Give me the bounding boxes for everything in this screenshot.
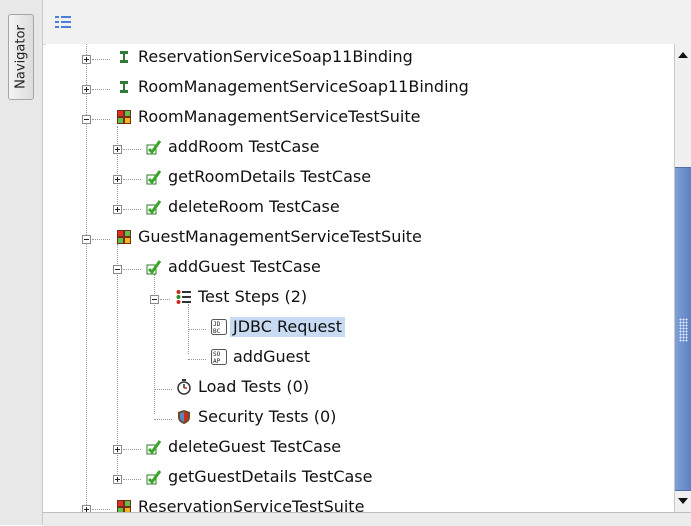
tree-connector — [160, 299, 170, 300]
tree-node-label: getGuestDetails TestCase — [168, 467, 373, 486]
tree-node-label: Load Tests (0) — [198, 377, 310, 396]
tree-node-label: RoomManagementServiceSoap11Binding — [138, 77, 469, 96]
expand-toggle[interactable] — [82, 85, 91, 94]
testsuite-icon — [117, 110, 131, 124]
expand-toggle[interactable] — [113, 475, 122, 484]
tree-node-label: RoomManagementServiceTestSuite — [138, 107, 421, 126]
tree-guide-line — [117, 244, 118, 476]
bottom-border — [43, 512, 691, 526]
tree-connector — [188, 329, 206, 330]
jdbc-request-icon: JD BC — [211, 319, 227, 335]
tree-node-label: Security Tests (0) — [198, 407, 337, 426]
testcase-icon — [146, 200, 162, 215]
tree-node-label: getRoomDetails TestCase — [168, 167, 372, 186]
collapse-toggle[interactable] — [82, 235, 91, 244]
tree-node-label: deleteRoom TestCase — [168, 197, 340, 216]
vertical-scrollbar[interactable] — [674, 44, 691, 512]
scroll-up-arrow-icon[interactable] — [678, 52, 688, 58]
project-tree[interactable]: ReservationServiceSoap11Binding RoomMana… — [46, 44, 674, 512]
tree-node-label: JDBC Request — [230, 317, 345, 337]
tree-view-icon[interactable] — [55, 16, 71, 28]
navigator-tab-label: Navigator — [13, 25, 29, 89]
svg-text:JD: JD — [213, 321, 221, 328]
tree-guide-line — [117, 126, 118, 208]
tree-node-label: Test Steps (2) — [198, 287, 308, 306]
side-panel-strip: Navigator — [0, 0, 43, 525]
tree-node-label: ReservationServiceSoap11Binding — [138, 47, 413, 66]
testcase-icon — [146, 470, 162, 485]
testcase-icon — [146, 170, 162, 185]
scroll-down-arrow-icon[interactable] — [678, 498, 688, 504]
load-tests-icon — [177, 379, 191, 395]
tree-connector — [154, 389, 172, 390]
tree-connector — [123, 179, 141, 180]
scroll-thumb[interactable] — [675, 167, 691, 491]
tree-connector — [123, 269, 141, 270]
testsuite-icon — [117, 230, 131, 244]
testsuite-icon — [117, 500, 131, 512]
svg-text:AP: AP — [213, 358, 221, 365]
collapse-toggle[interactable] — [150, 295, 159, 304]
tree-connector — [154, 419, 172, 420]
tree-guide-line — [86, 44, 87, 505]
expand-toggle[interactable] — [113, 205, 122, 214]
testcase-icon — [146, 140, 162, 155]
expand-toggle[interactable] — [82, 55, 91, 64]
navigator-tab[interactable]: Navigator — [8, 14, 34, 100]
tree-node-label: ReservationServiceTestSuite — [138, 497, 365, 512]
grip-icon — [679, 318, 688, 342]
tree-connector — [92, 509, 110, 510]
tree-connector — [123, 449, 141, 450]
collapse-toggle[interactable] — [82, 115, 91, 124]
expand-toggle[interactable] — [113, 445, 122, 454]
expand-toggle[interactable] — [113, 145, 122, 154]
navigator-toolbar — [43, 0, 691, 45]
security-tests-icon — [178, 410, 190, 424]
tree-connector — [123, 149, 141, 150]
tree-node-label: deleteGuest TestCase — [168, 437, 342, 456]
tree-connector — [92, 89, 110, 90]
expand-toggle[interactable] — [82, 505, 91, 512]
expand-toggle[interactable] — [113, 175, 122, 184]
tree-connector — [123, 209, 141, 210]
testcase-icon — [146, 260, 162, 275]
soap-request-icon: SO AP — [211, 349, 227, 365]
interface-icon — [120, 81, 128, 93]
tree-connector — [92, 59, 110, 60]
svg-text:BC: BC — [213, 328, 221, 335]
svg-text:SO: SO — [213, 351, 221, 358]
collapse-toggle[interactable] — [113, 265, 122, 274]
tree-connector — [92, 239, 110, 240]
tree-node-label: addGuest — [233, 347, 311, 366]
tree-connector — [92, 119, 110, 120]
interface-icon — [120, 51, 128, 63]
test-steps-icon — [176, 290, 191, 304]
tree-node-label: GuestManagementServiceTestSuite — [138, 227, 422, 246]
tree-connector — [188, 359, 206, 360]
tree-connector — [123, 479, 141, 480]
tree-node-label: addRoom TestCase — [168, 137, 320, 156]
tree-node-label: addGuest TestCase — [168, 257, 321, 276]
testcase-icon — [146, 440, 162, 455]
